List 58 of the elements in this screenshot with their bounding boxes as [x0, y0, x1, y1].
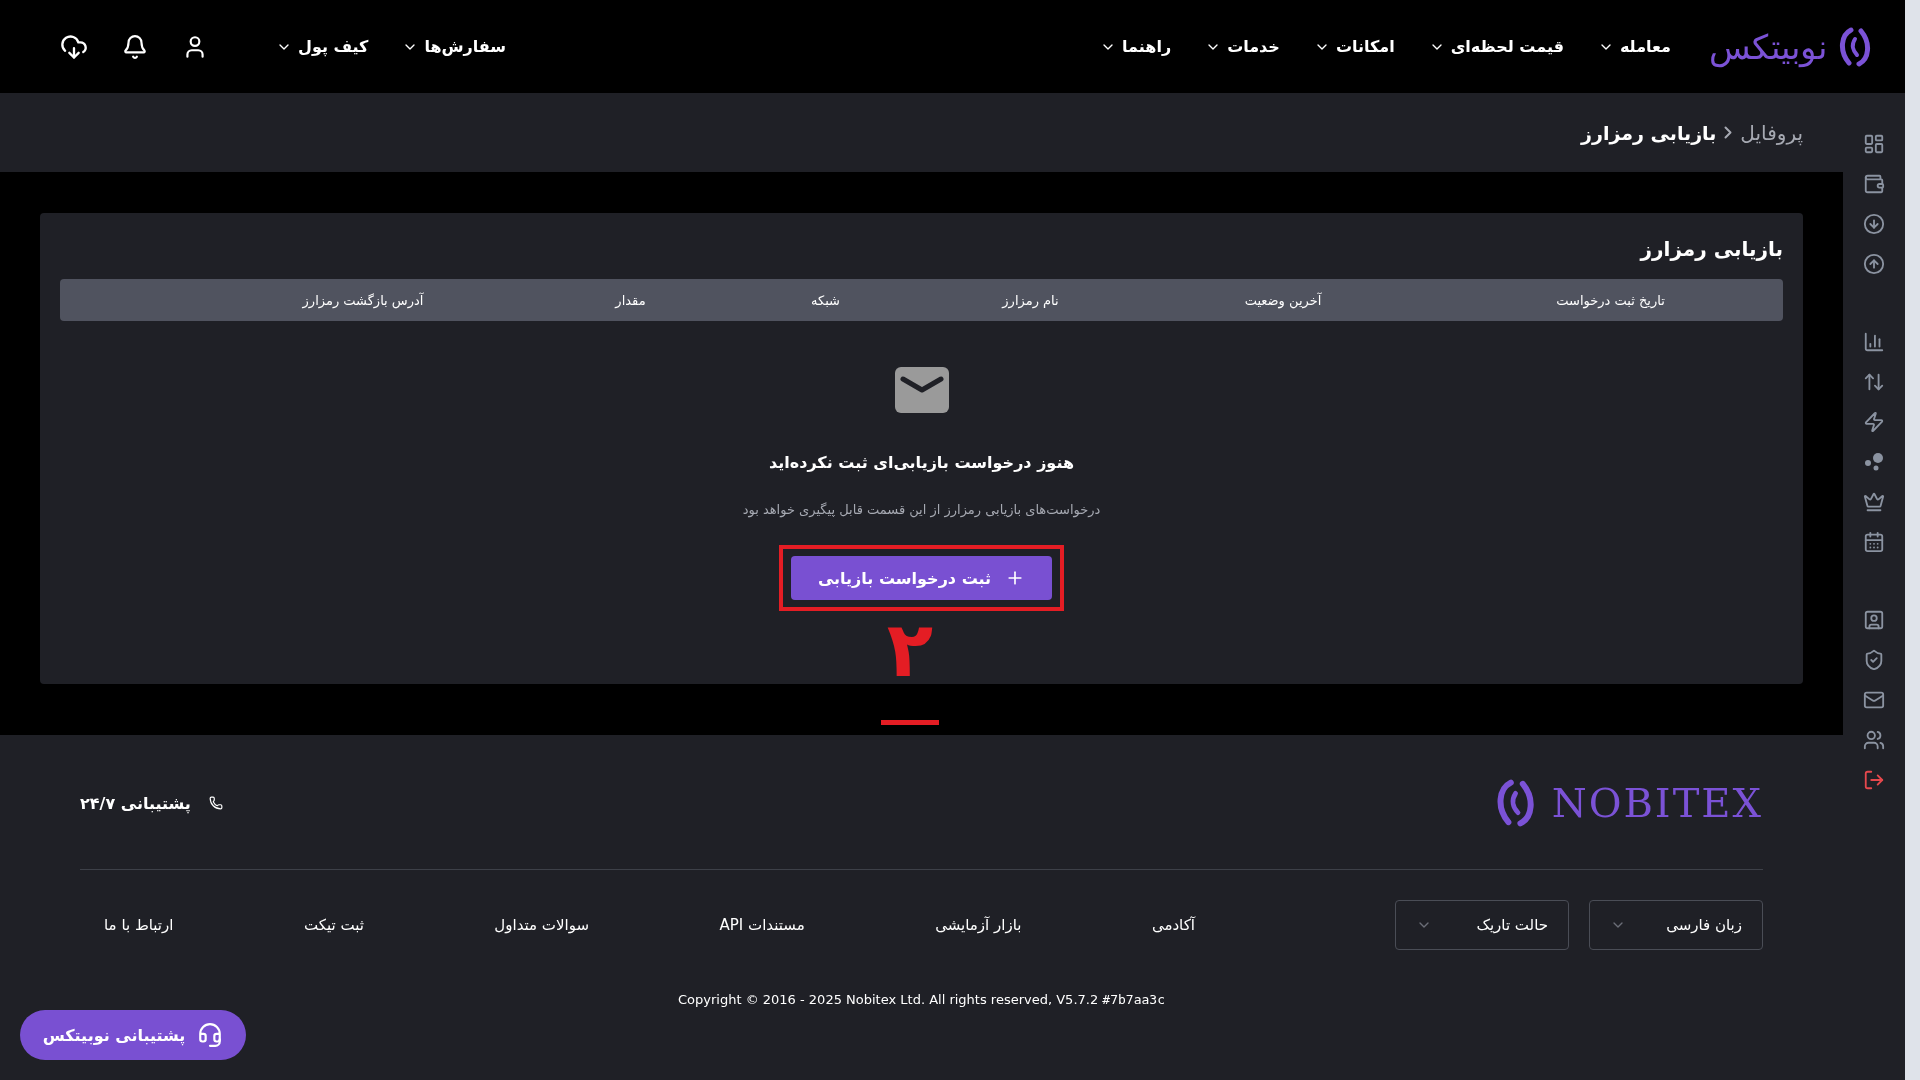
bell-icon[interactable]	[122, 33, 148, 60]
dropdown-select[interactable]: حالت تاریک	[1395, 900, 1569, 950]
mail-icon[interactable]	[1863, 689, 1885, 711]
footer-link[interactable]: آکادمی	[1151, 916, 1195, 934]
empty-title: هنوز درخواست بازیابی‌ای ثبت نکرده‌اید	[769, 453, 1074, 472]
nav-menu[interactable]: قیمت لحظه‌ای	[1428, 37, 1564, 56]
column-header: مقدار	[613, 292, 647, 308]
breadcrumb-item[interactable]: پروفایل	[1740, 120, 1803, 145]
footer-link[interactable]: سوالات متداول	[494, 916, 590, 934]
support-hours: پشتیبانی ۲۴/۷	[80, 793, 191, 813]
envelope-icon	[894, 367, 949, 413]
headset-icon	[197, 1022, 224, 1048]
empty-description: درخواست‌های بازیابی رمزارز از این قسمت قابل پیگیری خواهد بود	[742, 502, 1101, 517]
new-request-button[interactable]: ثبت درخواست بازیابی	[791, 556, 1052, 600]
shield-check-icon[interactable]	[1863, 649, 1885, 671]
profile-card-icon[interactable]	[1863, 609, 1885, 631]
footer-link[interactable]: ثبت تیکت	[303, 916, 364, 934]
nav-menu[interactable]: خدمات	[1205, 37, 1280, 56]
arrow-down-circle-icon[interactable]	[1863, 213, 1885, 235]
annotation-number: ۲	[886, 612, 934, 688]
nav-menu[interactable]: امکانات	[1313, 37, 1395, 56]
card-title: بازیابی رمزارز	[1638, 237, 1783, 261]
cloud-download-icon[interactable]	[60, 32, 88, 61]
footer-link[interactable]: مستندات API	[719, 916, 805, 934]
calendar-icon[interactable]	[1863, 531, 1885, 553]
column-header: آخرین وضعیت	[1243, 292, 1323, 308]
wallet-icon[interactable]	[1863, 173, 1885, 195]
logo-text[interactable]: نوبیتکس	[1709, 26, 1827, 67]
chevron-icon	[1724, 126, 1733, 139]
footer-link[interactable]: بازار آزمایشی	[935, 916, 1022, 934]
lightning-icon[interactable]	[1863, 411, 1885, 433]
support-chat-button[interactable]: پشتیبانی نوبیتکس	[20, 1010, 246, 1060]
dashboard-icon[interactable]	[1863, 133, 1885, 155]
dots-icon[interactable]	[1863, 451, 1885, 473]
annotation-underline	[881, 720, 939, 725]
users-icon[interactable]	[1863, 729, 1885, 751]
logo-icon	[1837, 26, 1873, 67]
footer-link[interactable]: ارتباط با ما	[104, 916, 174, 934]
column-header: آدرس بازگشت رمزارز	[301, 292, 425, 308]
copyright-text: Copyright © 2016 - 2025 Nobitex Ltd. All rights reserved, V5.7.2	[678, 992, 1100, 1007]
nav-menu[interactable]: معامله	[1597, 37, 1671, 56]
logout-icon[interactable]	[1863, 769, 1885, 791]
build-hash: #7b7aa3c	[1102, 992, 1165, 1007]
scrollbar-track[interactable]	[1905, 0, 1920, 1080]
arrow-up-circle-icon[interactable]	[1863, 253, 1885, 275]
bar-chart-icon[interactable]	[1863, 331, 1885, 353]
nav-menu[interactable]: کیف پول	[276, 37, 369, 56]
column-header: شبکه	[810, 292, 841, 308]
nav-menu[interactable]: راهنما	[1100, 37, 1172, 56]
nav-menu[interactable]: سفارش‌ها	[402, 37, 507, 56]
column-header: نام رمزارز	[1000, 292, 1060, 308]
phone-icon	[208, 796, 223, 810]
dropdown-select[interactable]: زبان فارسی	[1589, 900, 1763, 950]
swap-arrows-icon[interactable]	[1863, 371, 1885, 393]
breadcrumb-item[interactable]: بازیابی رمزارز	[1581, 121, 1717, 144]
crown-icon[interactable]	[1863, 491, 1885, 513]
column-header: تاریخ ثبت درخواست	[1555, 292, 1666, 308]
footer-logo-text: NOBITEX	[1551, 780, 1763, 826]
